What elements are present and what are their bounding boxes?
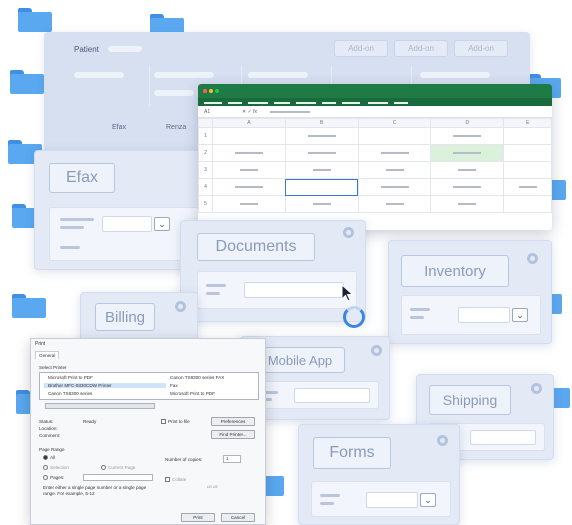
window-title: Patient — [74, 45, 99, 54]
efax-label: Efax — [49, 163, 115, 193]
pages-hint: Enter either a single page number or a s… — [43, 485, 147, 496]
pages-input[interactable] — [83, 474, 153, 481]
status-dot-icon — [343, 227, 354, 238]
column-header[interactable]: C — [357, 118, 432, 128]
copies-input[interactable]: 1 — [223, 455, 241, 463]
chevron-down-icon[interactable]: ⌄ — [154, 217, 170, 231]
page-range-label: Page Range — [39, 447, 65, 452]
folder-icon — [10, 70, 44, 94]
printer-item[interactable]: Microsoft Print to PDF — [170, 391, 215, 396]
mouse-pointer-icon — [341, 284, 354, 302]
find-printer-button[interactable]: Find Printer... — [211, 430, 255, 439]
tab-renza[interactable]: Renza — [166, 124, 186, 131]
pages-radio[interactable]: Pages: — [43, 475, 64, 481]
printer-list[interactable]: Microsoft Print to PDF Brother MFC-9330C… — [39, 372, 259, 400]
placeholder-bar — [420, 72, 490, 78]
efax-card[interactable]: Efax ⌄ — [34, 150, 204, 270]
documents-form — [197, 271, 357, 309]
documents-label: Documents — [197, 233, 315, 261]
row-header[interactable]: 4 — [198, 178, 213, 196]
list-scrollbar[interactable] — [45, 403, 155, 409]
print-dialog: Print General Select Printer Microsoft P… — [30, 338, 266, 525]
forms-card[interactable]: Forms ⌄ — [298, 424, 460, 525]
status-dot-icon — [527, 253, 538, 264]
selected-cell[interactable] — [284, 178, 359, 196]
forms-label: Forms — [313, 437, 391, 469]
spreadsheet-grid: A B C D E 1 2 3 4 5 — [198, 118, 552, 213]
copies-label: Number of copies: — [165, 457, 203, 462]
row-header[interactable]: 5 — [198, 195, 213, 213]
status-dot-icon — [437, 435, 448, 446]
placeholder-bar — [154, 72, 214, 78]
billing-label: Billing — [95, 303, 155, 331]
printer-item-selected[interactable]: Brother MFC-9330CDW Printer — [44, 383, 166, 388]
print-to-file-checkbox[interactable]: Print to file — [161, 419, 190, 425]
tab-general[interactable]: General — [35, 351, 60, 359]
printer-item[interactable]: Microsoft Print to PDF — [48, 375, 93, 380]
mobile-app-form — [253, 381, 379, 409]
column-header[interactable]: D — [430, 118, 505, 128]
collate-checkbox[interactable]: Collate — [165, 477, 186, 483]
placeholder-bar — [154, 90, 194, 96]
current-page-radio[interactable]: Current Page — [101, 465, 135, 471]
status-dot-icon — [371, 345, 382, 356]
printer-item[interactable]: Canon TS8300 series — [48, 391, 92, 396]
chevron-down-icon[interactable]: ⌄ — [512, 308, 528, 322]
formula-bar[interactable]: A1 ✕ ✓ fx — [198, 106, 552, 118]
placeholder-bar — [248, 72, 308, 78]
column-header[interactable]: B — [284, 118, 359, 128]
column-header[interactable]: E — [503, 118, 552, 128]
printer-item[interactable]: Fax — [170, 383, 178, 388]
collate-diagram-icon: ¹²³ ¹²³ — [207, 485, 218, 490]
selection-radio[interactable]: Selection — [43, 465, 69, 471]
select-printer-label: Select Printer — [39, 365, 67, 370]
folder-icon — [12, 294, 46, 318]
row-header[interactable]: 2 — [198, 144, 213, 162]
preferences-button[interactable]: Preferences — [211, 417, 255, 426]
addon-button-2[interactable]: Add-on — [394, 40, 448, 57]
forms-form: ⌄ — [311, 481, 451, 517]
row-header[interactable]: 3 — [198, 161, 213, 179]
efax-form: ⌄ — [49, 207, 199, 261]
dialog-title: Print — [35, 341, 46, 347]
illustration-stage: Patient Add-on Add-on Add-on Efax Renza … — [0, 0, 572, 525]
addon-button-1[interactable]: Add-on — [334, 40, 388, 57]
inventory-label: Inventory — [401, 255, 509, 287]
inventory-form: ⌄ — [401, 295, 541, 335]
inventory-card[interactable]: Inventory ⌄ — [388, 240, 552, 344]
location-label: Location: — [39, 426, 58, 431]
title-bar-placeholder — [108, 46, 142, 52]
shipping-label: Shipping — [429, 385, 511, 415]
printer-item[interactable]: Canon TS8300 series FAX — [170, 375, 224, 380]
loading-spinner-icon — [343, 306, 365, 328]
addon-button-3[interactable]: Add-on — [454, 40, 508, 57]
tab-efax[interactable]: Efax — [112, 124, 126, 131]
mobile-app-label: Mobile App — [255, 347, 345, 373]
status-dot-icon — [175, 301, 186, 312]
all-radio[interactable]: All — [43, 455, 55, 461]
spreadsheet-window: A1 ✕ ✓ fx A B C D E 1 2 3 4 5 — [198, 84, 552, 230]
cell-reference: A1 — [204, 109, 211, 115]
status-value: Ready — [83, 419, 97, 424]
placeholder-bar — [74, 72, 124, 78]
folder-icon — [18, 8, 52, 32]
status-dot-icon — [531, 383, 542, 394]
row-header[interactable]: 1 — [198, 127, 213, 145]
column-header[interactable]: A — [212, 118, 286, 128]
chevron-down-icon[interactable]: ⌄ — [420, 493, 436, 507]
cancel-button[interactable]: Cancel — [221, 513, 255, 522]
documents-card[interactable]: Documents — [180, 220, 366, 322]
comment-label: Comment: — [39, 433, 61, 438]
print-button[interactable]: Print — [181, 513, 215, 522]
status-label: Status: — [39, 419, 54, 424]
